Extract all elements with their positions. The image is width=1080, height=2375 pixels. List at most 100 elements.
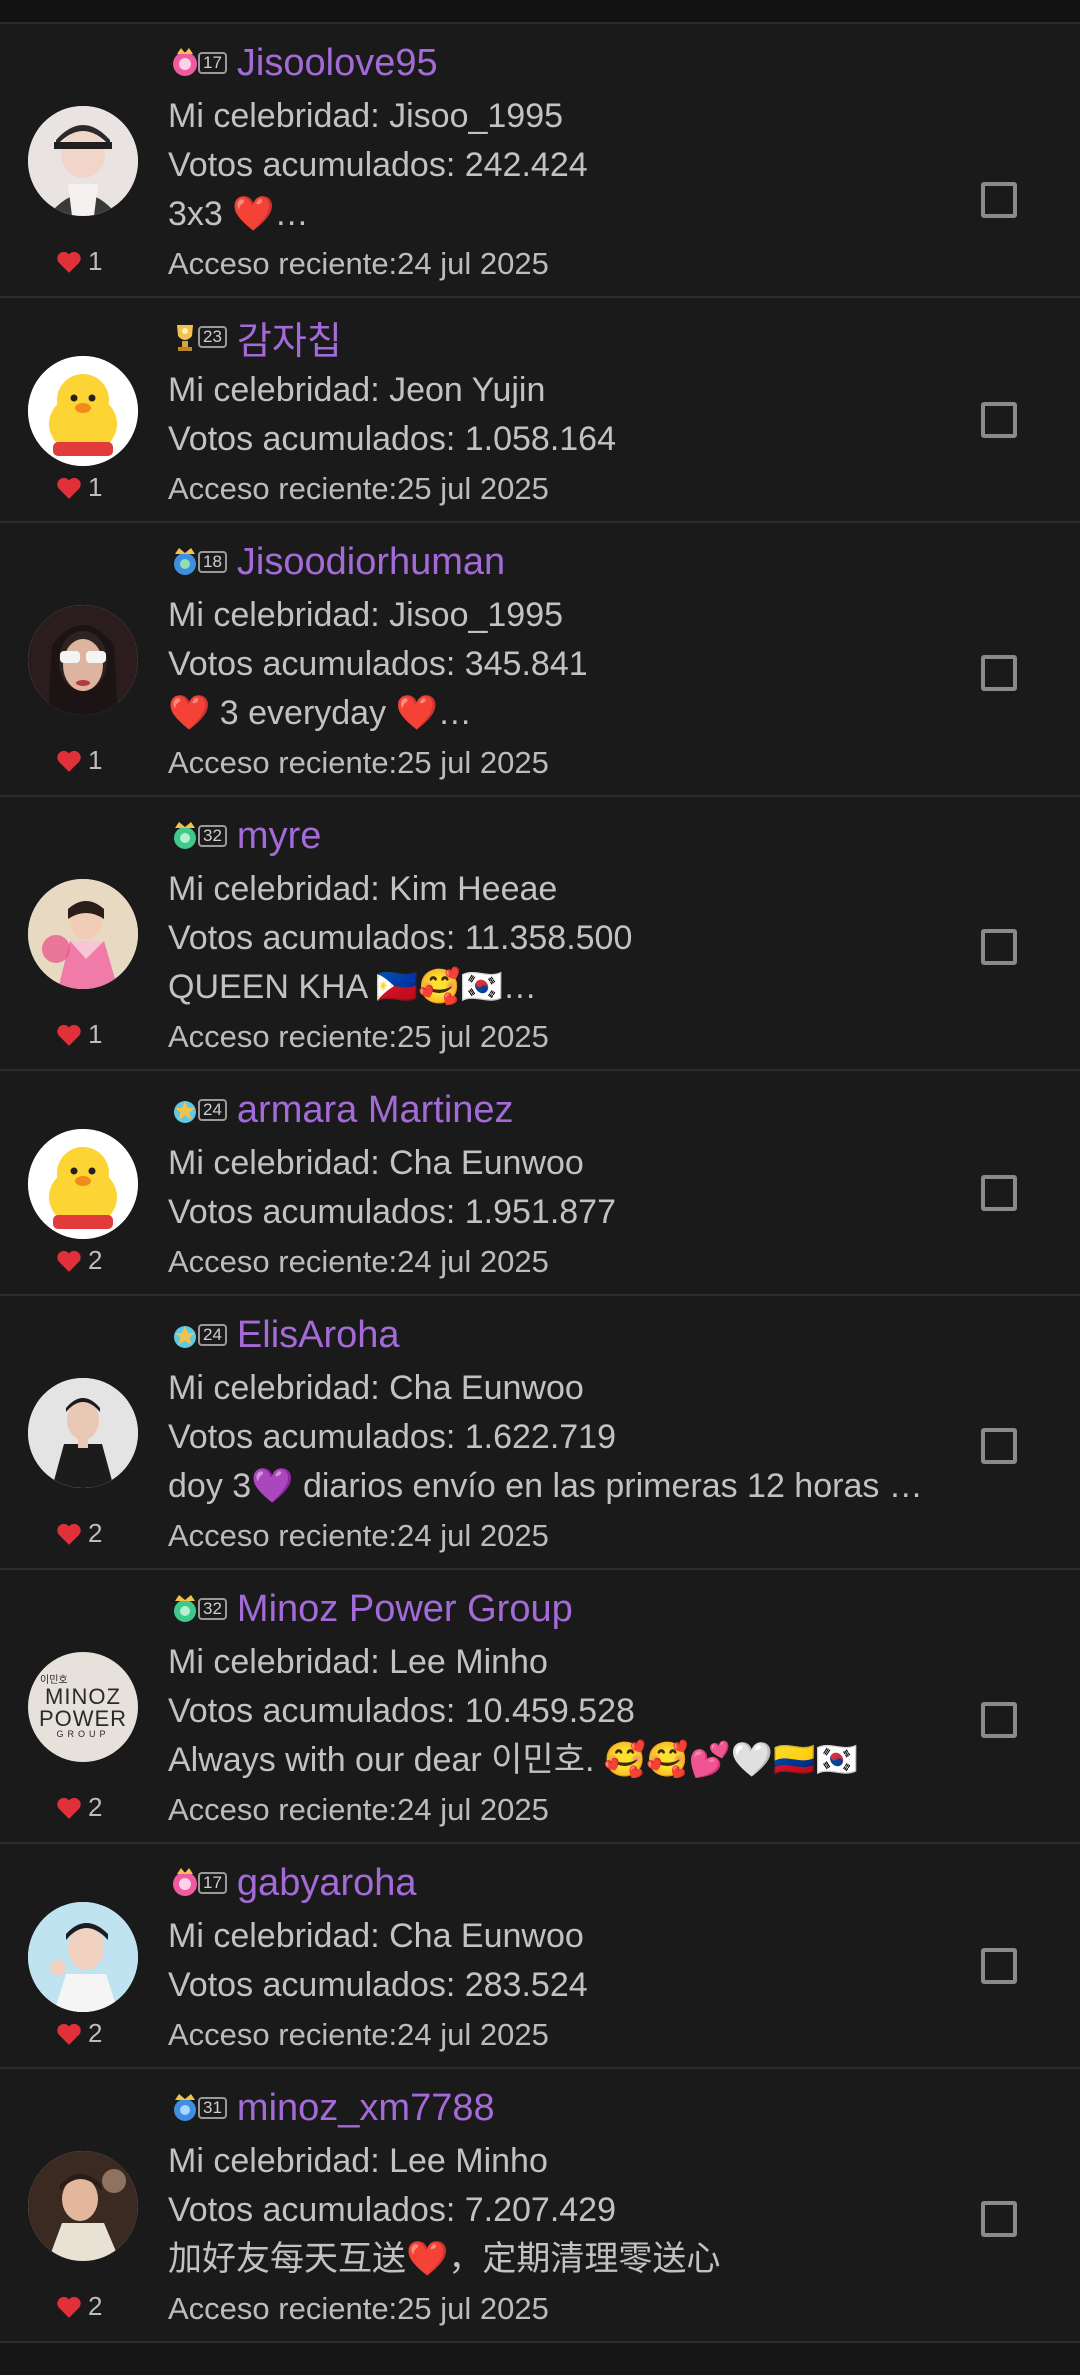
access-line: Acceso reciente:24 jul 2025 xyxy=(168,1518,549,1553)
name-line: 32 Minoz Power Group xyxy=(168,1580,990,1638)
heart-icon xyxy=(57,1797,81,1819)
avatar[interactable] xyxy=(28,1378,138,1488)
select-checkbox[interactable] xyxy=(981,655,1017,691)
votes-line: Votos acumulados: 1.951.877 xyxy=(168,1193,616,1231)
avatar[interactable] xyxy=(28,1902,138,2012)
likes-value: 2 xyxy=(88,1792,103,1822)
access-line: Acceso reciente:24 jul 2025 xyxy=(168,2017,549,2052)
star-icon xyxy=(174,1326,196,1348)
user-content: 24 armara Martinez Mi celebridad: Cha Eu… xyxy=(168,1081,990,1286)
list-item[interactable]: 1 18 Jisoodiorhuman Mi celebridad: Jisoo… xyxy=(0,523,1080,797)
name-line: 32 myre xyxy=(168,807,990,865)
select-checkbox[interactable] xyxy=(981,1702,1017,1738)
list-item[interactable]: 2 17 gabyaroha Mi celebridad: Cha Eunwoo… xyxy=(0,1844,1080,2069)
likes-value: 1 xyxy=(88,472,103,502)
level-badge: 24 xyxy=(168,1318,227,1352)
access-line: Acceso reciente:25 jul 2025 xyxy=(168,2291,549,2326)
heart-icon xyxy=(57,1523,81,1545)
name-line: 24 armara Martinez xyxy=(168,1081,990,1139)
access-line: Acceso reciente:25 jul 2025 xyxy=(168,471,549,506)
level-number: 32 xyxy=(198,1598,227,1620)
select-checkbox[interactable] xyxy=(981,402,1017,438)
celebrity-line: Mi celebridad: Jeon Yujin xyxy=(168,371,546,409)
select-checkbox[interactable] xyxy=(981,1175,1017,1211)
avatar[interactable] xyxy=(28,879,138,989)
list-item[interactable]: 2 31 minoz_xm7788 Mi celebridad: Lee Min… xyxy=(0,2069,1080,2343)
user-content: 31 minoz_xm7788 Mi celebridad: Lee Minho… xyxy=(168,2079,990,2333)
name-line: 31 minoz_xm7788 xyxy=(168,2079,990,2137)
select-checkbox[interactable] xyxy=(981,1948,1017,1984)
message-line: doy 3💜 diarios envío en las primeras 12 … xyxy=(168,1467,923,1505)
likes-value: 1 xyxy=(88,745,103,775)
heart-icon xyxy=(57,251,81,273)
votes-line: Votos acumulados: 1.622.719 xyxy=(168,1418,616,1456)
select-checkbox[interactable] xyxy=(981,929,1017,965)
votes-line: Votos acumulados: 11.358.500 xyxy=(168,919,633,957)
list-item[interactable]: 1 23 감자칩 Mi celebridad: Jeon Yujin Votos… xyxy=(0,298,1080,523)
name-line: 23 감자칩 xyxy=(168,308,990,366)
likes-count: 1 xyxy=(56,246,102,277)
avatar[interactable] xyxy=(28,2151,138,2261)
level-badge: 17 xyxy=(168,46,227,80)
likes-value: 2 xyxy=(88,1245,103,1275)
votes-line: Votos acumulados: 242.424 xyxy=(168,146,588,184)
message-line: 3x3 ❤️… xyxy=(168,195,309,233)
celebrity-line: Mi celebridad: Cha Eunwoo xyxy=(168,1144,584,1182)
celebrity-line: Mi celebridad: Cha Eunwoo xyxy=(168,1917,584,1955)
username[interactable]: myre xyxy=(237,815,321,858)
access-line: Acceso reciente:25 jul 2025 xyxy=(168,1019,549,1054)
celebrity-line: Mi celebridad: Cha Eunwoo xyxy=(168,1369,584,1407)
user-content: 17 gabyaroha Mi celebridad: Cha Eunwoo V… xyxy=(168,1854,990,2059)
select-checkbox[interactable] xyxy=(981,182,1017,218)
username[interactable]: 감자칩 xyxy=(237,310,342,365)
votes-line: Votos acumulados: 10.459.528 xyxy=(168,1692,635,1730)
username[interactable]: ElisAroha xyxy=(237,1314,400,1357)
pink-flower-icon xyxy=(173,1868,197,1896)
user-list: 1 17 Jisoolove95 Mi celebridad: Jisoo_19… xyxy=(0,24,1080,2343)
avatar[interactable] xyxy=(28,1129,138,1239)
level-badge: 32 xyxy=(168,1592,227,1626)
list-item[interactable]: 1 32 myre Mi celebridad: Kim Heeae Votos… xyxy=(0,797,1080,1071)
select-checkbox[interactable] xyxy=(981,1428,1017,1464)
avatar[interactable] xyxy=(28,106,138,216)
likes-count: 1 xyxy=(56,472,102,503)
username[interactable]: Jisoodiorhuman xyxy=(237,541,505,584)
name-line: 17 gabyaroha xyxy=(168,1854,990,1912)
access-line: Acceso reciente:24 jul 2025 xyxy=(168,1792,549,1827)
level-badge: 17 xyxy=(168,1866,227,1900)
avatar[interactable]: 이민호 MINOZ POWER GROUP xyxy=(28,1652,138,1762)
likes-value: 1 xyxy=(88,1019,103,1049)
likes-count: 2 xyxy=(56,2291,102,2322)
blue-crown-icon xyxy=(174,548,196,575)
star-icon xyxy=(174,1101,196,1123)
username[interactable]: minoz_xm7788 xyxy=(237,2087,495,2130)
list-item[interactable]: 2 24 armara Martinez Mi celebridad: Cha … xyxy=(0,1071,1080,1296)
level-badge: 32 xyxy=(168,819,227,853)
votes-line: Votos acumulados: 1.058.164 xyxy=(168,420,616,458)
username[interactable]: gabyaroha xyxy=(237,1862,417,1905)
level-number: 31 xyxy=(198,2097,227,2119)
green-crown-icon xyxy=(174,822,196,849)
level-badge: 23 xyxy=(168,320,227,354)
username[interactable]: armara Martinez xyxy=(237,1089,514,1132)
access-line: Acceso reciente:25 jul 2025 xyxy=(168,745,549,780)
green-crown-icon xyxy=(174,1595,196,1622)
celebrity-line: Mi celebridad: Kim Heeae xyxy=(168,870,558,908)
select-checkbox[interactable] xyxy=(981,2201,1017,2237)
username[interactable]: Jisoolove95 xyxy=(237,42,438,85)
votes-line: Votos acumulados: 345.841 xyxy=(168,645,588,683)
user-content: 24 ElisAroha Mi celebridad: Cha Eunwoo V… xyxy=(168,1306,968,1560)
avatar[interactable] xyxy=(28,605,138,715)
list-item[interactable]: 1 17 Jisoolove95 Mi celebridad: Jisoo_19… xyxy=(0,24,1080,298)
level-badge: 18 xyxy=(168,545,227,579)
message-line: QUEEN KHA 🇵🇭🥰🇰🇷… xyxy=(168,968,537,1006)
list-item[interactable]: 이민호 MINOZ POWER GROUP 2 32 Minoz Power G… xyxy=(0,1570,1080,1844)
celebrity-line: Mi celebridad: Lee Minho xyxy=(168,1643,548,1681)
level-number: 17 xyxy=(198,52,227,74)
avatar[interactable] xyxy=(28,356,138,466)
minoz-power-group-logo: 이민호 MINOZ POWER GROUP xyxy=(28,1652,138,1762)
list-item[interactable]: 2 24 ElisAroha Mi celebridad: Cha Eunwoo… xyxy=(0,1296,1080,1570)
user-content: 32 Minoz Power Group Mi celebridad: Lee … xyxy=(168,1580,990,1834)
heart-icon xyxy=(57,750,81,772)
username[interactable]: Minoz Power Group xyxy=(237,1588,573,1631)
